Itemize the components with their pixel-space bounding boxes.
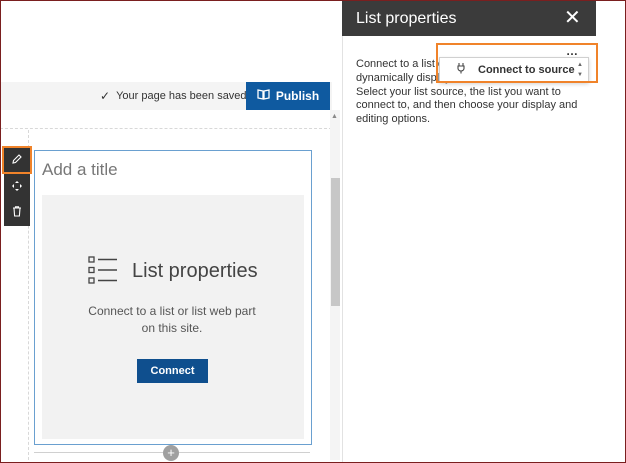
property-pane-title: List properties <box>356 10 457 27</box>
move-icon <box>11 180 23 195</box>
list-icon <box>88 256 118 284</box>
webpart-title-input[interactable]: Add a title <box>42 160 118 180</box>
move-webpart-button[interactable] <box>4 175 30 199</box>
checkmark-icon: ✓ <box>100 89 111 103</box>
webpart-toolbar <box>2 146 32 226</box>
publish-label: Publish <box>275 89 320 103</box>
scrollbar-thumb[interactable] <box>331 178 340 306</box>
edit-webpart-button[interactable] <box>2 146 32 174</box>
scroll-up-icon[interactable]: ▲ <box>331 113 338 120</box>
connect-button[interactable]: Connect <box>137 359 208 383</box>
callout-highlight <box>436 43 598 83</box>
delete-webpart-button[interactable] <box>4 200 30 224</box>
add-section-icon[interactable]: + <box>163 445 179 461</box>
publish-button[interactable]: Publish <box>246 82 330 110</box>
book-icon <box>257 89 270 103</box>
close-icon[interactable]: ✕ <box>564 5 581 30</box>
trash-icon <box>11 205 23 220</box>
webpart-description: Connect to a list or list web part on th… <box>88 304 256 335</box>
save-status-text: Your page has been saved <box>116 90 247 102</box>
webpart-heading: List properties <box>132 260 258 282</box>
canvas-section-border <box>0 128 332 130</box>
pencil-icon <box>11 153 23 168</box>
save-status: ✓ Your page has been saved <box>100 89 247 103</box>
